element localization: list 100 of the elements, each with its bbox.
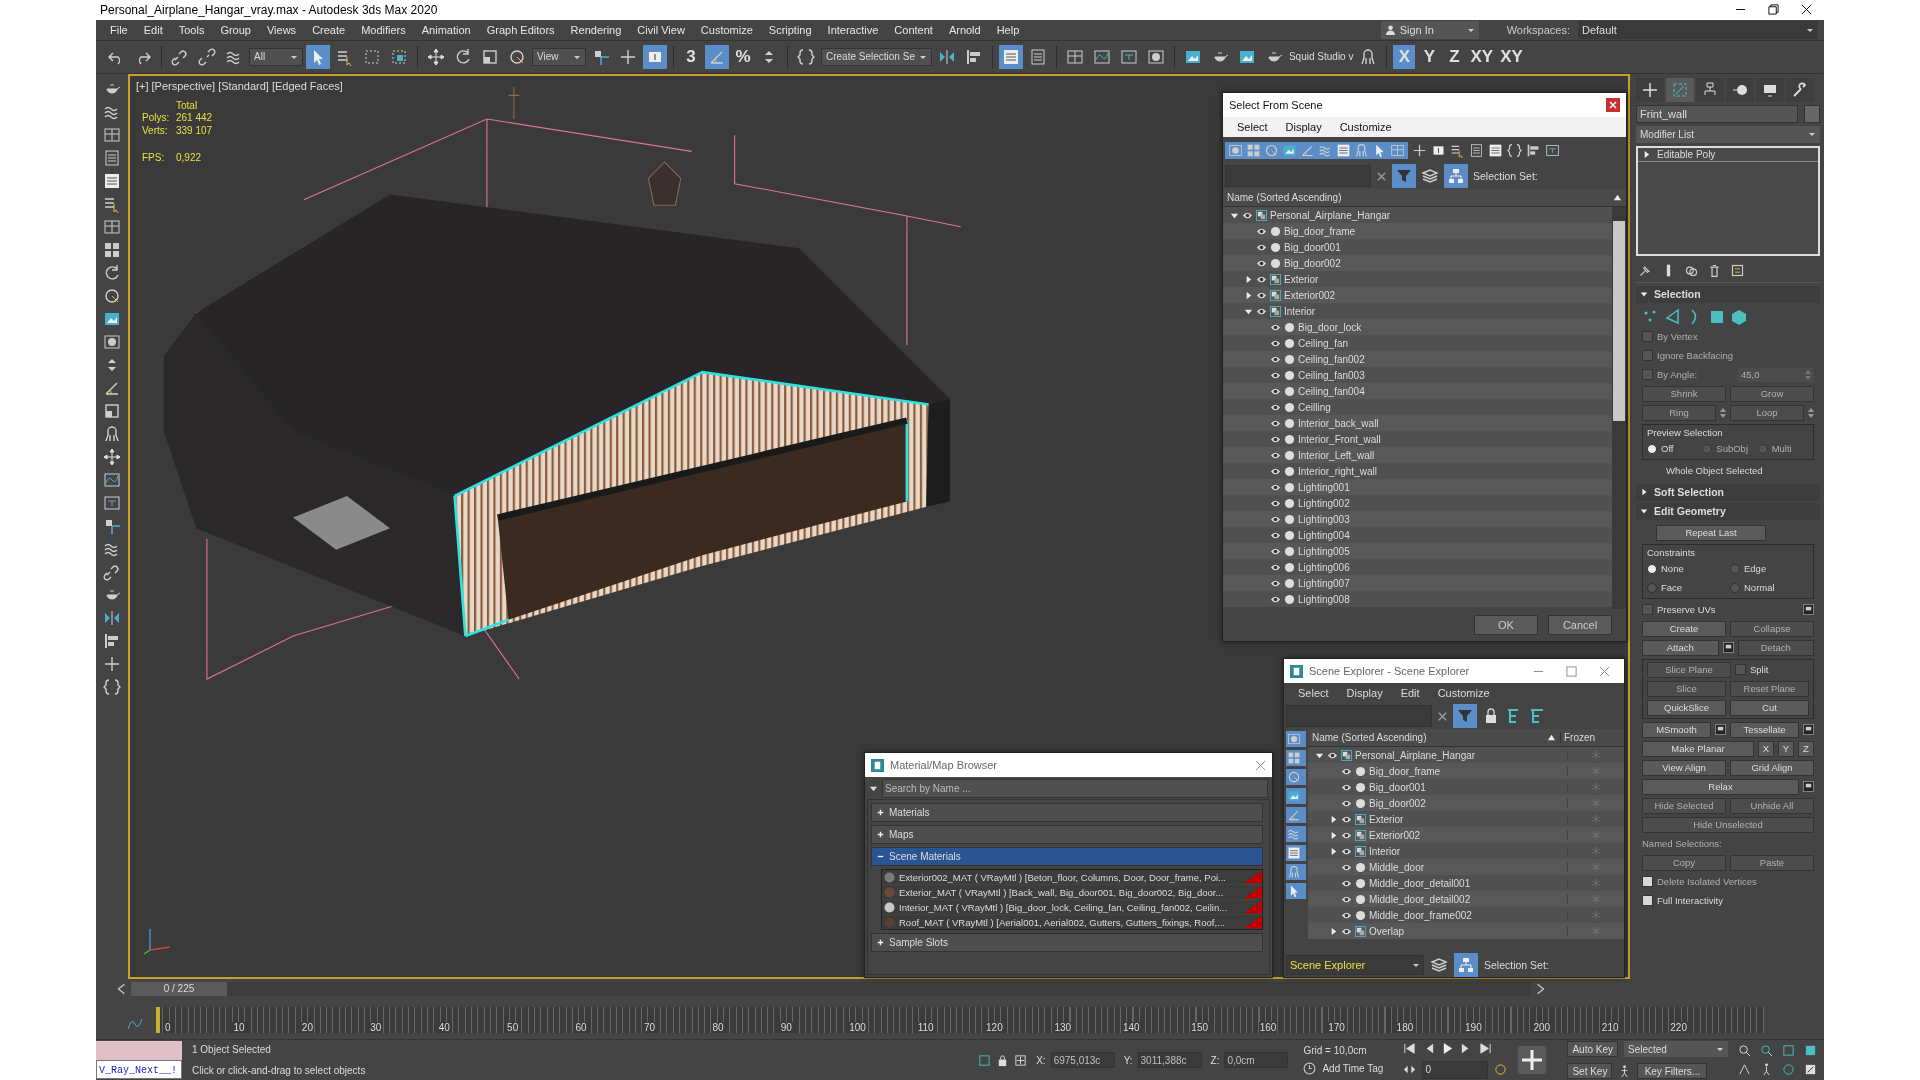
menu-item[interactable]: Content <box>886 23 941 36</box>
rollout-header[interactable]: Soft Selection <box>1636 483 1820 501</box>
frame-track[interactable]: 0 / 225 <box>131 982 1531 997</box>
selection-status: 1 Object Selected <box>192 1044 272 1056</box>
menu-item[interactable]: Arnold <box>940 23 989 36</box>
rollout-header[interactable]: Edit Geometry <box>1636 502 1820 520</box>
menu-item[interactable]: Interactive <box>819 23 887 36</box>
coordinate-field[interactable]: 0,0cm <box>1224 1052 1289 1069</box>
section-header[interactable]: Maps <box>871 825 1263 844</box>
menu-item[interactable]: Help <box>988 23 1028 36</box>
prompt-text: Click or click-and-drag to select objects <box>192 1065 367 1077</box>
panel-button[interactable]: MSmooth <box>1642 721 1711 738</box>
tick-label: 220 <box>1669 1022 1688 1034</box>
panel-button[interactable]: Grid Align <box>1730 759 1814 776</box>
toolbar-button[interactable]: % <box>732 44 754 69</box>
panel-button[interactable]: Tessellate <box>1730 721 1799 738</box>
tick-label: 120 <box>985 1022 1004 1034</box>
section-header[interactable]: Materials <box>871 803 1263 822</box>
menu-item[interactable]: Customize <box>692 23 761 36</box>
menu-item[interactable]: Animation <box>413 23 479 36</box>
explorer-dropdown[interactable]: Scene Explorer <box>1286 955 1424 975</box>
key-mode-dropdown[interactable]: Selected <box>1624 1041 1728 1058</box>
toolbar-dropdown[interactable]: View <box>532 47 586 66</box>
menu-item[interactable]: Views <box>258 23 305 36</box>
panel-button[interactable]: View Align <box>1642 759 1726 776</box>
menu-item[interactable]: Display <box>1340 687 1389 699</box>
column-header[interactable]: Frozen <box>1560 732 1620 743</box>
panel-button[interactable]: Attach <box>1642 639 1719 656</box>
coordinate-field[interactable]: 6975,013c <box>1050 1052 1115 1069</box>
menu-item[interactable]: Select <box>1231 121 1274 133</box>
menu-item[interactable]: File <box>102 23 136 36</box>
workspace-dropdown[interactable]: Default <box>1578 20 1818 39</box>
checkbox-label: By Angle: <box>1657 369 1698 381</box>
toolbar-button[interactable]: Z <box>1443 44 1466 69</box>
menu-item[interactable]: Edit <box>1394 687 1426 699</box>
tick-label: 20 <box>300 1022 314 1034</box>
checkbox-label: Ignore Backfacing <box>1657 350 1734 362</box>
object-name-field[interactable]: Frint_wall <box>1636 104 1798 123</box>
menu-item[interactable]: Modifiers <box>353 23 414 36</box>
modifier-list-dropdown[interactable]: Modifier List <box>1636 125 1820 143</box>
panel-button[interactable]: Repeat Last <box>1656 524 1766 541</box>
panel-button[interactable]: QuickSlice <box>1647 699 1726 716</box>
radio-label: Normal <box>1744 582 1775 594</box>
menu-item[interactable]: Edit <box>135 23 171 36</box>
dialog-button[interactable]: Cancel <box>1548 615 1612 635</box>
panel-button[interactable]: Relax <box>1642 778 1799 795</box>
menu-item[interactable]: Civil View <box>629 23 693 36</box>
set-key-button[interactable]: Set Key <box>1567 1063 1613 1080</box>
menu-item[interactable]: Tools <box>170 23 213 36</box>
panel-button[interactable]: Y <box>1778 740 1794 757</box>
coordinate-field[interactable]: 3011,388c <box>1137 1052 1202 1069</box>
tick-label: 0 <box>164 1022 172 1034</box>
window-title: Scene Explorer - Scene Explorer <box>1309 665 1470 677</box>
panel-button[interactable]: Make Planar <box>1642 740 1754 757</box>
panel-button[interactable]: Cut <box>1730 699 1809 716</box>
menu-item[interactable]: Customize <box>1333 121 1398 133</box>
toolbar-dropdown[interactable]: All <box>249 47 303 66</box>
menu-item[interactable]: Display <box>1279 121 1328 133</box>
menu-item[interactable]: Customize <box>1431 687 1496 699</box>
viewport-label[interactable]: [Perspective] <box>151 79 216 92</box>
tick-label: 180 <box>1395 1022 1415 1034</box>
search-field[interactable]: Search by Name ... <box>882 778 1268 798</box>
toolbar-button[interactable]: Y <box>1418 44 1441 69</box>
viewport-label[interactable]: [Edged Faces] <box>271 79 343 92</box>
menu-item[interactable]: Create <box>304 23 354 36</box>
menu-item[interactable]: Select <box>1292 687 1335 699</box>
dialog-button[interactable]: OK <box>1474 615 1538 635</box>
panel-button[interactable]: Z <box>1798 740 1814 757</box>
add-time-tag-button[interactable]: Add Time Tag <box>1322 1063 1384 1075</box>
tick-label: 200 <box>1532 1022 1552 1034</box>
toolbar-button[interactable]: 3 <box>680 44 702 69</box>
section-header[interactable]: Sample Slots <box>871 933 1263 952</box>
rollout-header[interactable]: Selection <box>1636 285 1820 303</box>
toolbar-dropdown[interactable]: Create Selection Se <box>821 47 932 66</box>
tick-label: 100 <box>848 1022 867 1034</box>
panel-button[interactable]: Create <box>1642 620 1726 637</box>
menu-item[interactable]: Scripting <box>760 23 820 36</box>
toolbar-button[interactable]: XY <box>1468 44 1496 69</box>
column-header[interactable]: Name (Sorted Ascending) <box>1312 732 1543 743</box>
viewport-label[interactable]: [+] <box>136 79 149 92</box>
stats-value: 261 442 <box>176 110 213 124</box>
auto-key-button[interactable]: Auto Key <box>1567 1041 1618 1058</box>
panel-button[interactable]: X <box>1758 740 1774 757</box>
sign-in-dropdown[interactable]: Sign In <box>1380 20 1479 39</box>
timeline-ruler[interactable]: 0 10 20 30 40 50 60 70 80 90 100 110 120 130 140 150 160 170 180 190 200 210 220 <box>156 1007 1764 1034</box>
menu-item[interactable]: Graph Editors <box>478 23 563 36</box>
key-filters-button[interactable]: Key Filters... <box>1637 1063 1708 1080</box>
menu-item[interactable]: Rendering <box>562 23 630 36</box>
viewport-label[interactable]: [Standard] <box>218 79 269 92</box>
modifier-stack-item[interactable]: Editable Poly <box>1638 147 1818 162</box>
checkbox-label: By Vertex <box>1657 331 1698 343</box>
frame-field[interactable]: 0 <box>1422 1060 1489 1079</box>
script-listener-field[interactable]: V_Ray_Next__! <box>96 1060 182 1080</box>
selection-set-label: Selection Set: <box>1484 959 1549 971</box>
menu-item[interactable]: Group <box>212 23 259 36</box>
radio-label: Off <box>1661 443 1674 455</box>
fps-label: FPS: <box>142 150 166 164</box>
toolbar-button[interactable]: XY <box>1498 44 1525 69</box>
current-frame-indicator[interactable]: 0 / 225 <box>131 982 227 997</box>
section-header[interactable]: Scene Materials <box>871 847 1263 866</box>
